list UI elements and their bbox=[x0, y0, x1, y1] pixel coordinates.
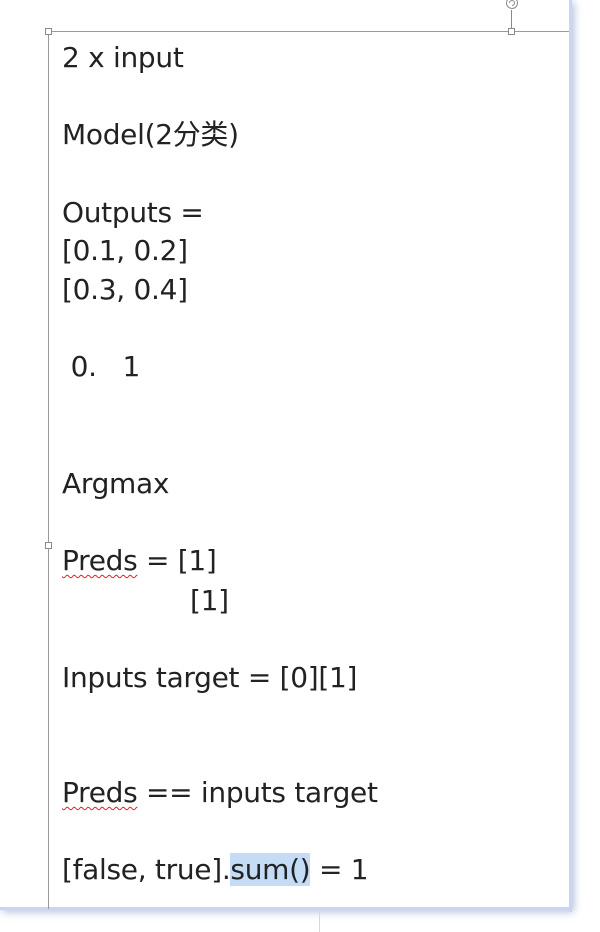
spellcheck-word-preds-2[interactable]: Preds bbox=[62, 776, 138, 809]
text-line-preds-compare[interactable]: Preds == inputs target bbox=[62, 776, 378, 810]
resize-handle-top-right[interactable] bbox=[508, 28, 515, 35]
spellcheck-word-preds[interactable]: Preds bbox=[62, 544, 138, 577]
rotate-handle-stem bbox=[511, 10, 512, 28]
selected-text-sum[interactable]: sum() bbox=[230, 853, 311, 886]
text-line-sum[interactable]: [false, true].sum() = 1 bbox=[62, 853, 369, 887]
text-line-argmax[interactable]: Argmax bbox=[62, 467, 169, 501]
text-line-outputs-row-2[interactable]: [0.3, 0.4] bbox=[62, 273, 188, 307]
resize-handle-top-left[interactable] bbox=[45, 28, 52, 35]
text-line-input[interactable]: 2 x input bbox=[62, 41, 184, 75]
page-divider-mark bbox=[319, 912, 320, 932]
compare-expression[interactable]: == inputs target bbox=[137, 776, 378, 809]
sum-result[interactable]: = 1 bbox=[310, 853, 369, 886]
preds-value-1[interactable]: = [1] bbox=[137, 544, 217, 577]
text-line-preds[interactable]: Preds = [1] bbox=[62, 544, 217, 578]
rotate-handle-icon[interactable] bbox=[505, 0, 519, 10]
text-line-class-indices[interactable]: 0. 1 bbox=[62, 350, 141, 384]
text-line-inputs-target[interactable]: Inputs target = [0][1] bbox=[62, 661, 357, 695]
text-line-outputs-row-1[interactable]: [0.1, 0.2] bbox=[62, 234, 188, 268]
text-line-model[interactable]: Model(2分类) bbox=[62, 118, 239, 152]
page-edge-right bbox=[569, 0, 572, 912]
text-line-outputs-label[interactable]: Outputs = bbox=[62, 196, 204, 230]
text-line-preds-row-2[interactable]: [1] bbox=[190, 584, 229, 618]
sum-prefix[interactable]: [false, true]. bbox=[62, 853, 231, 886]
resize-handle-left-middle[interactable] bbox=[45, 542, 52, 549]
